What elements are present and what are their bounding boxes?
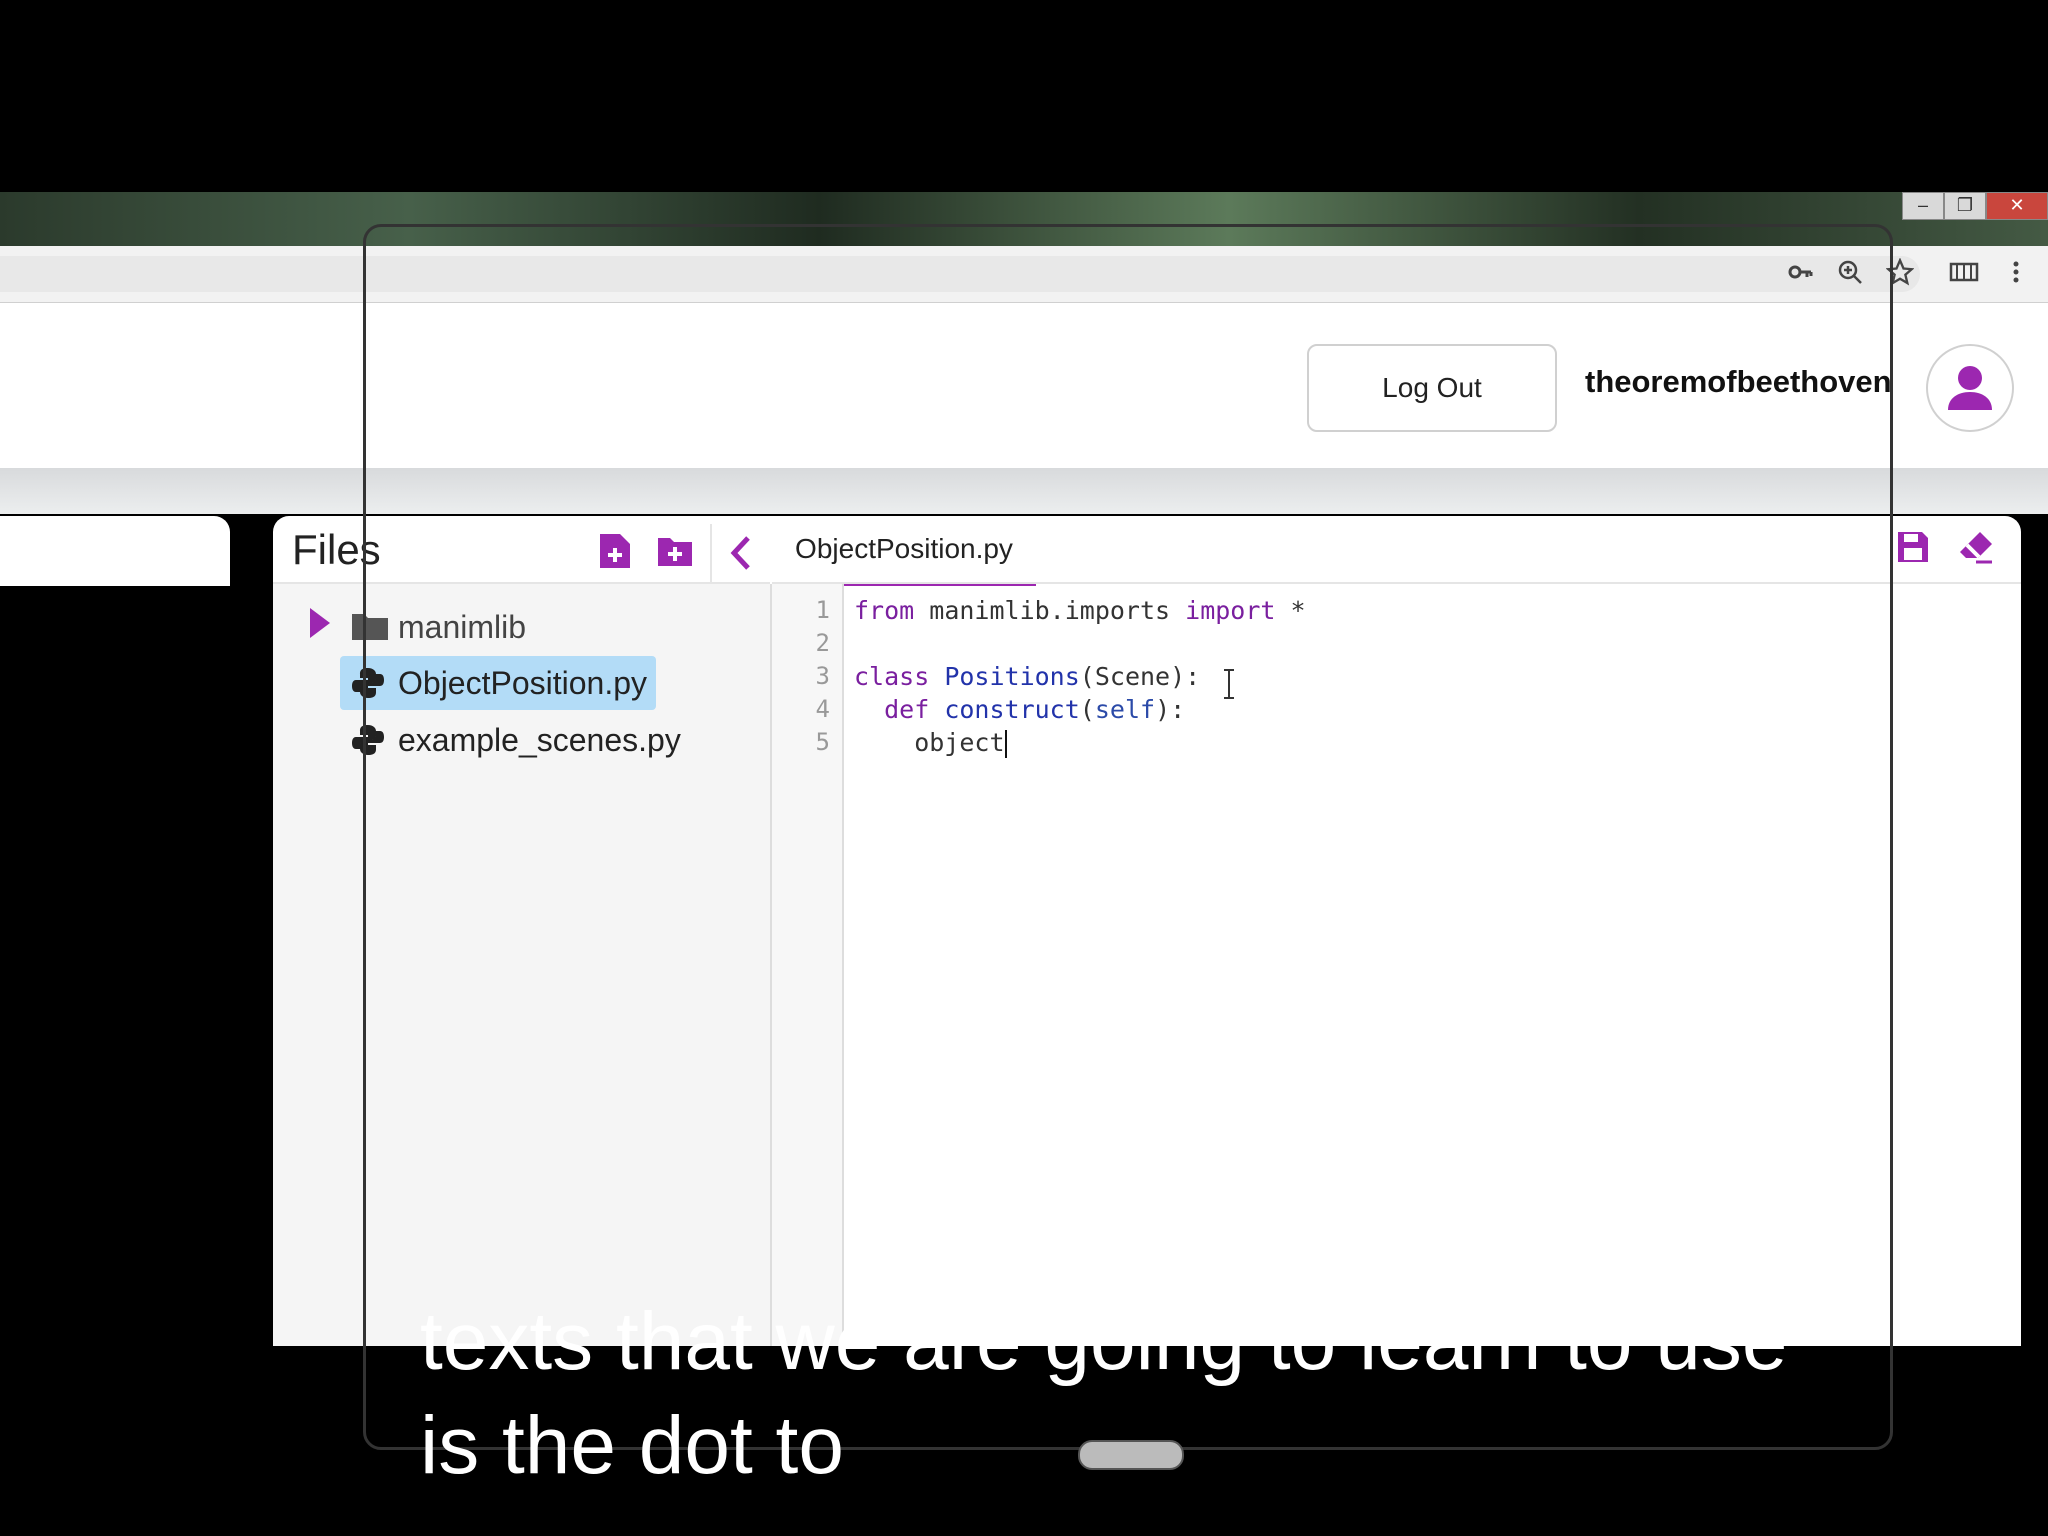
- user-icon: [1948, 366, 1992, 410]
- extension-icon[interactable]: [1948, 258, 1980, 290]
- preview-area: [0, 586, 230, 1346]
- restore-button[interactable]: ❐: [1944, 192, 1986, 220]
- subtitle-line-1: texts that we are going to learn to use: [420, 1296, 1788, 1387]
- capture-frame: [363, 224, 1893, 1450]
- avatar[interactable]: [1926, 344, 2014, 432]
- close-button[interactable]: ✕: [1986, 192, 2048, 220]
- window-controls: ‒ ❐ ✕: [1902, 192, 2048, 222]
- expand-arrow-icon[interactable]: [306, 606, 332, 645]
- subtitle-line-2: is the dot to: [420, 1400, 844, 1491]
- menu-icon[interactable]: [2000, 258, 2032, 290]
- save-icon[interactable]: [1896, 530, 1930, 569]
- video-subtitle: texts that we are going to learn to use …: [420, 1290, 2020, 1498]
- minimize-button[interactable]: ‒: [1902, 192, 1944, 220]
- left-panel-header: [0, 516, 230, 586]
- eraser-icon[interactable]: [1958, 530, 1994, 569]
